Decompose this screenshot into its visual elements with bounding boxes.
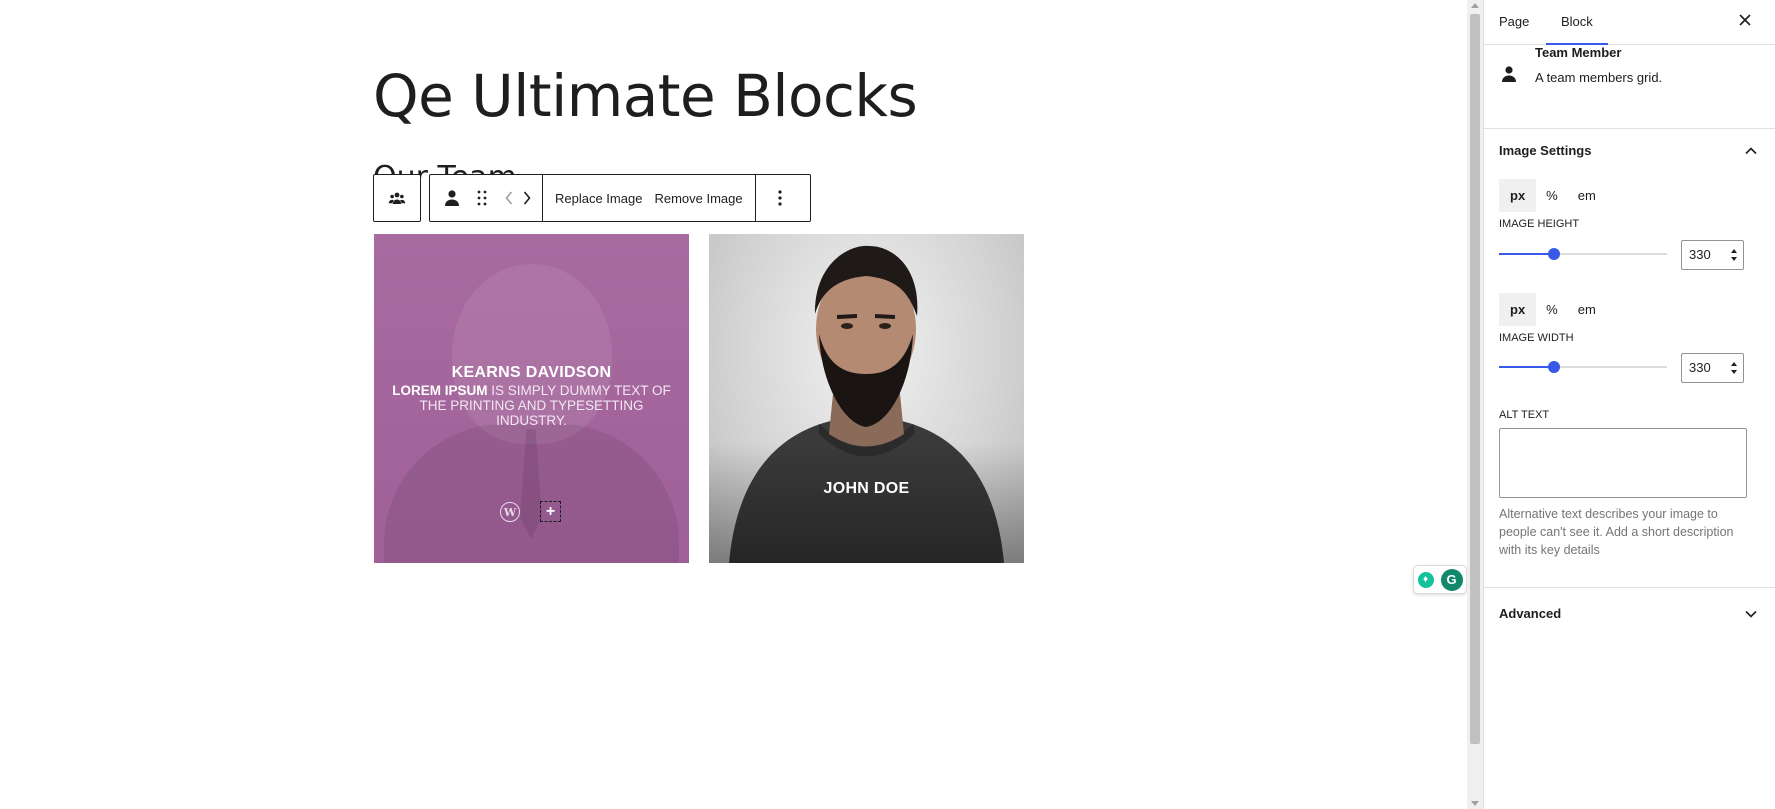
grammarly-suggestion-icon[interactable]: ♦	[1417, 571, 1434, 588]
wordpress-icon[interactable]: W	[500, 502, 520, 522]
advanced-title[interactable]: Advanced	[1499, 588, 1561, 640]
image-settings-title[interactable]: Image Settings	[1499, 128, 1591, 174]
unit-em-button[interactable]: em	[1568, 179, 1606, 212]
image-width-value: 330	[1689, 360, 1711, 375]
block-description: A team members grid.	[1535, 70, 1663, 85]
move-left-button[interactable]	[500, 175, 518, 221]
replace-image-button[interactable]: Replace Image	[549, 191, 648, 206]
chevron-up-icon[interactable]	[1743, 143, 1759, 159]
person-icon	[445, 190, 459, 206]
chevron-left-icon	[505, 191, 513, 205]
slider-thumb[interactable]	[1548, 361, 1560, 373]
chevron-down-icon[interactable]	[1743, 606, 1759, 622]
block-name: Team Member	[1535, 45, 1622, 60]
move-right-button[interactable]	[518, 175, 536, 221]
grammarly-widget[interactable]: ♦ G	[1413, 565, 1467, 594]
image-height-slider[interactable]	[1499, 244, 1667, 264]
editor-scrollbar[interactable]	[1467, 0, 1483, 809]
close-icon	[1739, 14, 1751, 26]
alt-text-input[interactable]	[1499, 428, 1747, 498]
width-unit-selector: px % em	[1499, 293, 1606, 326]
advanced-panel-toggle[interactable]: Advanced	[1484, 587, 1775, 640]
unit-em-button[interactable]: em	[1568, 293, 1606, 326]
grammarly-icon[interactable]: G	[1440, 568, 1463, 591]
tab-block[interactable]: Block	[1546, 0, 1608, 45]
height-unit-selector: px % em	[1499, 179, 1606, 212]
team-member-card[interactable]: JOHN DOE	[709, 234, 1024, 563]
image-width-label: IMAGE WIDTH	[1499, 332, 1574, 344]
member-description-bold: LOREM IPSUM	[392, 383, 488, 398]
spinner-icon[interactable]	[1731, 249, 1737, 261]
alt-text-help: Alternative text describes your image to…	[1499, 507, 1734, 557]
member-name[interactable]: JOHN DOE	[709, 480, 1024, 498]
drag-handle-icon	[477, 190, 487, 206]
sidebar-tabs: Page Block	[1484, 0, 1775, 45]
member-description[interactable]: LOREM IPSUM IS SIMPLY DUMMY TEXT OF THE …	[392, 383, 671, 428]
select-parent-button[interactable]	[373, 174, 421, 222]
scroll-down-icon[interactable]	[1471, 801, 1479, 806]
image-width-input[interactable]: 330	[1681, 353, 1744, 383]
unit-px-button[interactable]: px	[1499, 293, 1537, 326]
image-settings-toggle[interactable]: Image Settings	[1484, 128, 1775, 174]
remove-image-button[interactable]: Remove Image	[648, 191, 748, 206]
member-name[interactable]: KEARNS DAVIDSON	[374, 364, 689, 382]
more-vertical-icon	[778, 190, 782, 206]
image-settings-panel: Image Settings px % em IMAGE HEIGHT 330 …	[1484, 128, 1775, 587]
tab-page[interactable]: Page	[1499, 0, 1529, 44]
image-width-slider[interactable]	[1499, 357, 1667, 377]
block-card: Team Member A team members grid.	[1484, 45, 1775, 129]
unit-px-button[interactable]: px	[1499, 179, 1537, 212]
scrollbar-thumb[interactable]	[1470, 14, 1480, 744]
editor-canvas: Qe Ultimate Blocks Our Team Replace Imag…	[0, 0, 1467, 809]
drag-handle-button[interactable]	[470, 175, 494, 221]
close-settings-button[interactable]	[1735, 12, 1755, 32]
settings-sidebar: Page Block Team Member A team members gr…	[1483, 0, 1775, 809]
unit-percent-button[interactable]: %	[1536, 293, 1568, 326]
add-social-button[interactable]: +	[540, 501, 561, 522]
image-height-label: IMAGE HEIGHT	[1499, 218, 1580, 230]
block-type-button[interactable]	[440, 175, 464, 221]
slider-thumb[interactable]	[1548, 248, 1560, 260]
image-height-input[interactable]: 330	[1681, 240, 1744, 270]
team-member-card[interactable]: KEARNS DAVIDSON LOREM IPSUM IS SIMPLY DU…	[374, 234, 689, 563]
person-icon	[1502, 66, 1516, 82]
team-group-icon	[388, 192, 406, 204]
image-height-value: 330	[1689, 247, 1711, 262]
spinner-icon[interactable]	[1731, 362, 1737, 374]
page-title[interactable]: Qe Ultimate Blocks	[373, 62, 918, 130]
scroll-up-icon[interactable]	[1471, 3, 1479, 8]
alt-text-label: ALT TEXT	[1499, 409, 1550, 421]
options-button[interactable]	[768, 175, 792, 221]
chevron-right-icon	[523, 191, 531, 205]
block-toolbar: Replace Image Remove Image	[429, 174, 811, 222]
unit-percent-button[interactable]: %	[1536, 179, 1568, 212]
photo-shade	[709, 443, 1024, 563]
